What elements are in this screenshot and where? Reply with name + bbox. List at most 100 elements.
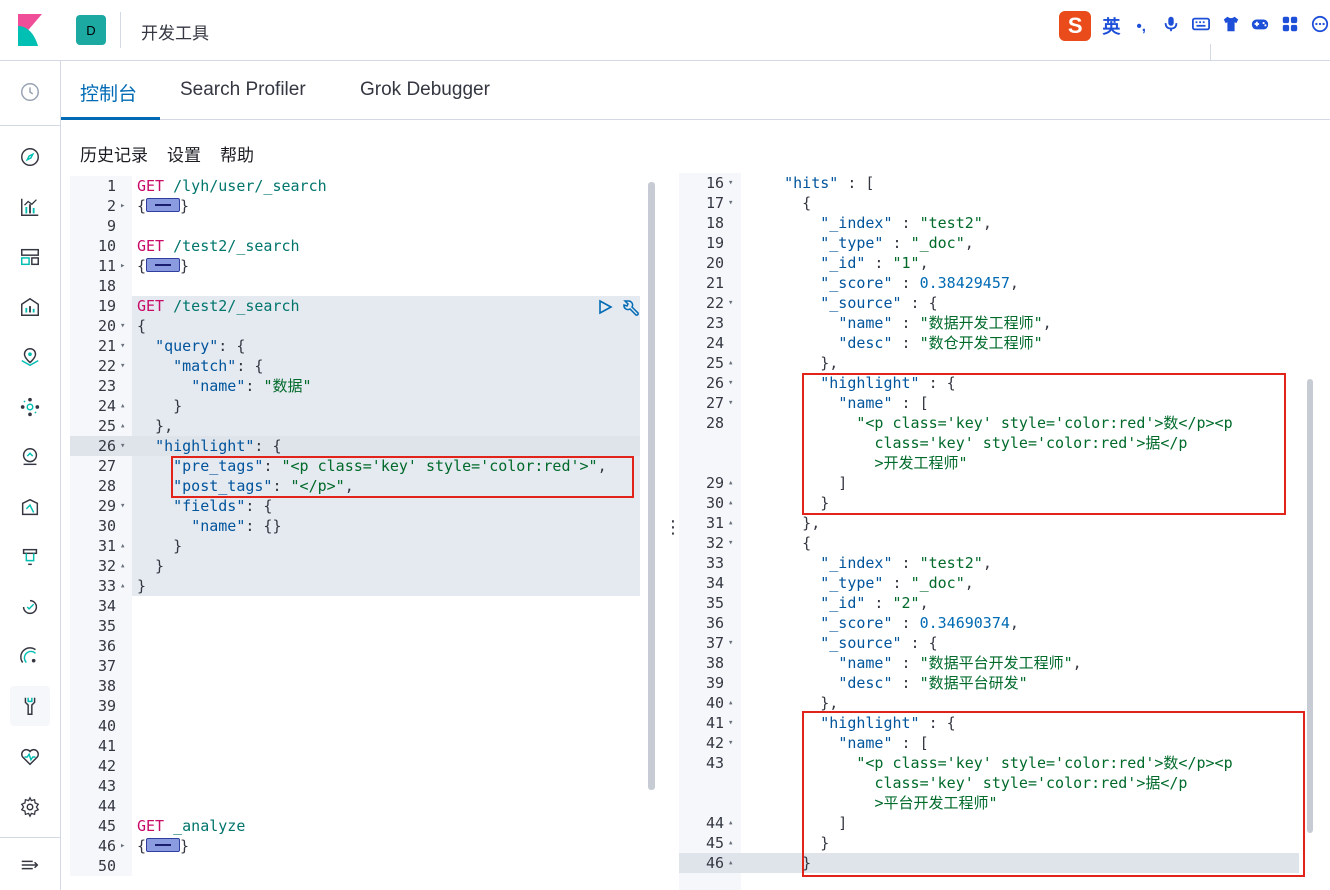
- code-line[interactable]: 37 ▾ "_source" : {: [679, 633, 1304, 653]
- fold-toggle-icon[interactable]: ▾: [120, 356, 125, 376]
- code-line[interactable]: 30 "name": {}: [70, 516, 645, 536]
- code-line[interactable]: 31 ▴ },: [679, 513, 1304, 533]
- code-line[interactable]: 50: [70, 856, 645, 876]
- more-icon[interactable]: [1310, 15, 1330, 38]
- tab-search-profiler[interactable]: Search Profiler: [180, 79, 306, 101]
- code-line[interactable]: 42 ▾ "name" : [: [679, 733, 1304, 753]
- code-line[interactable]: 29 ▴ ]: [679, 473, 1304, 493]
- code-line[interactable]: 30 ▴ }: [679, 493, 1304, 513]
- fold-toggle-icon[interactable]: ▾: [728, 733, 733, 753]
- code-line[interactable]: 41 ▾ "highlight" : {: [679, 713, 1304, 733]
- code-line[interactable]: 18: [70, 276, 645, 296]
- code-line[interactable]: 22 ▾ "_source" : {: [679, 293, 1304, 313]
- code-line[interactable]: 1 GET /lyh/user/_search: [70, 176, 645, 196]
- code-line[interactable]: 11 ▸ {}: [70, 256, 645, 276]
- code-line[interactable]: 42: [70, 756, 645, 776]
- fold-toggle-icon[interactable]: ▸: [120, 836, 125, 856]
- code-line[interactable]: 38: [70, 676, 645, 696]
- code-line[interactable]: 2 ▸ {}: [70, 196, 645, 216]
- code-line[interactable]: 25 ▴ },: [70, 416, 645, 436]
- code-line[interactable]: 26 ▾ "highlight" : {: [679, 373, 1304, 393]
- microphone-icon[interactable]: [1161, 15, 1181, 38]
- siem-icon[interactable]: [17, 644, 43, 670]
- fold-toggle-icon[interactable]: ▸: [120, 256, 125, 276]
- fold-toggle-icon[interactable]: ▾: [728, 533, 733, 553]
- code-line[interactable]: 44: [70, 796, 645, 816]
- code-line[interactable]: 28 "<p class='key' style='color:red'>数</…: [679, 413, 1304, 433]
- ml-icon[interactable]: [17, 394, 43, 420]
- fold-toggle-icon[interactable]: ▴: [728, 473, 733, 493]
- code-line[interactable]: 44 ▴ ]: [679, 813, 1304, 833]
- code-line[interactable]: 40: [70, 716, 645, 736]
- code-line[interactable]: 39 "desc" : "数据平台研发": [679, 673, 1304, 693]
- code-line[interactable]: 41: [70, 736, 645, 756]
- folded-block-icon[interactable]: [146, 838, 181, 852]
- fold-toggle-icon[interactable]: ▾: [728, 633, 733, 653]
- code-line[interactable]: 31 ▴ }: [70, 536, 645, 556]
- chart-icon[interactable]: [17, 194, 43, 220]
- code-line[interactable]: 23 "name" : "数据开发工程师",: [679, 313, 1304, 333]
- ime-mode-toggle[interactable]: 英: [1101, 13, 1121, 39]
- space-avatar[interactable]: D: [76, 15, 106, 45]
- code-line[interactable]: 33 ▴}: [70, 576, 645, 596]
- fold-toggle-icon[interactable]: ▾: [120, 496, 125, 516]
- code-line[interactable]: 19 "_type" : "_doc",: [679, 233, 1304, 253]
- response-editor[interactable]: 16 ▾ "hits" : [17 ▾ {18 "_index" : "test2"…: [679, 173, 1319, 890]
- code-line[interactable]: 25 ▴ },: [679, 353, 1304, 373]
- code-line[interactable]: 43: [70, 776, 645, 796]
- code-line[interactable]: 46 ▸ {}: [70, 836, 645, 856]
- code-line[interactable]: 45 ▴ }: [679, 833, 1304, 853]
- ime-punct-toggle[interactable]: •,: [1131, 18, 1151, 35]
- wrench-icon[interactable]: [621, 298, 641, 323]
- play-icon[interactable]: [597, 298, 613, 323]
- code-line[interactable]: 21 "_score" : 0.38429457,: [679, 273, 1304, 293]
- code-line[interactable]: 43 "<p class='key' style='color:red'>数</…: [679, 753, 1304, 773]
- logs-icon[interactable]: [17, 544, 43, 570]
- code-line[interactable]: 27 ▾ "name" : [: [679, 393, 1304, 413]
- keyboard-icon[interactable]: [1191, 15, 1211, 38]
- code-line[interactable]: 39: [70, 696, 645, 716]
- fold-toggle-icon[interactable]: ▴: [120, 416, 125, 436]
- code-line[interactable]: 34 "_type" : "_doc",: [679, 573, 1304, 593]
- code-line[interactable]: >平台开发工程师": [679, 793, 1304, 813]
- fold-toggle-icon[interactable]: ▴: [728, 513, 733, 533]
- folded-block-icon[interactable]: [146, 258, 181, 272]
- fold-toggle-icon[interactable]: ▴: [728, 833, 733, 853]
- tab-grok-debugger[interactable]: Grok Debugger: [360, 79, 490, 101]
- fold-toggle-icon[interactable]: ▴: [120, 536, 125, 556]
- apm-icon[interactable]: [17, 494, 43, 520]
- collapse-icon[interactable]: [17, 852, 43, 878]
- code-line[interactable]: 35: [70, 616, 645, 636]
- code-line[interactable]: 32 ▴ }: [70, 556, 645, 576]
- uptime-icon[interactable]: [17, 594, 43, 620]
- code-line[interactable]: 16 ▾ "hits" : [: [679, 173, 1304, 193]
- fold-toggle-icon[interactable]: ▾: [728, 373, 733, 393]
- code-line[interactable]: 22 ▾ "match": {: [70, 356, 645, 376]
- fold-toggle-icon[interactable]: ▾: [120, 436, 125, 456]
- code-line[interactable]: 9: [70, 216, 645, 236]
- apps-grid-icon[interactable]: [1280, 15, 1300, 38]
- clock-icon[interactable]: [17, 79, 43, 105]
- code-line[interactable]: 45 GET _analyze: [70, 816, 645, 836]
- response-scrollbar[interactable]: [1307, 379, 1313, 833]
- fold-toggle-icon[interactable]: ▴: [120, 576, 125, 596]
- map-pin-icon[interactable]: [17, 344, 43, 370]
- settings-link[interactable]: 设置: [167, 141, 201, 166]
- code-line[interactable]: 26 ▾ "highlight": {: [70, 436, 645, 456]
- code-line[interactable]: 18 "_index" : "test2",: [679, 213, 1304, 233]
- fold-toggle-icon[interactable]: ▾: [728, 393, 733, 413]
- code-line[interactable]: 32 ▾ {: [679, 533, 1304, 553]
- dashboard-icon[interactable]: [17, 244, 43, 270]
- fold-toggle-icon[interactable]: ▾: [728, 193, 733, 213]
- code-line[interactable]: 29 ▾ "fields": {: [70, 496, 645, 516]
- code-line[interactable]: 24 ▴ }: [70, 396, 645, 416]
- request-scrollbar[interactable]: [648, 182, 655, 790]
- code-line[interactable]: 23 "name": "数据": [70, 376, 645, 396]
- code-line[interactable]: 46 ▴ }: [679, 853, 1304, 873]
- gamepad-icon[interactable]: [1251, 15, 1271, 38]
- fold-toggle-icon[interactable]: ▴: [728, 853, 733, 873]
- compass-icon[interactable]: [17, 144, 43, 170]
- canvas-icon[interactable]: [17, 294, 43, 320]
- help-link[interactable]: 帮助: [220, 141, 254, 166]
- code-line[interactable]: 38 "name" : "数据平台开发工程师",: [679, 653, 1304, 673]
